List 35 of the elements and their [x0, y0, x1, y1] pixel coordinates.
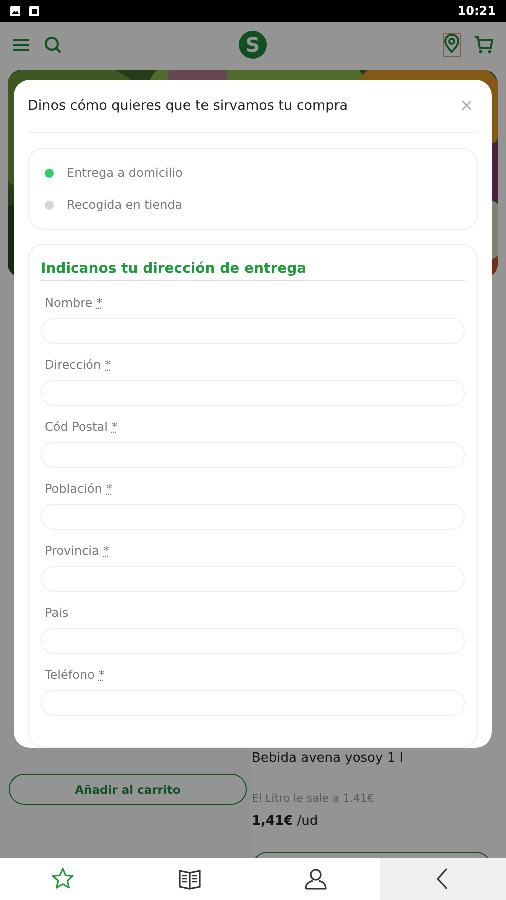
add-to-cart-button[interactable]: Añadir al carrito: [9, 774, 247, 805]
required-mark: *: [98, 668, 105, 682]
radio-button[interactable]: [45, 168, 54, 178]
menu-icon[interactable]: [12, 38, 30, 52]
search-icon[interactable]: [44, 36, 62, 54]
field-label: Provincia: [45, 544, 100, 558]
star-icon[interactable]: [51, 867, 76, 891]
cart-icon[interactable]: [474, 35, 494, 55]
required-mark: *: [96, 296, 103, 310]
option-label[interactable]: Entrega a domicilio: [67, 166, 183, 180]
unit-price: El Litro le sale a 1.41€: [252, 792, 374, 805]
logo[interactable]: S: [239, 31, 267, 59]
required-mark: *: [112, 420, 118, 434]
field-label: Nombre: [45, 296, 93, 310]
image-icon: [10, 6, 21, 16]
required-mark: *: [106, 482, 112, 496]
required-mark: *: [105, 358, 112, 372]
location-icon[interactable]: [444, 34, 460, 56]
radio-button[interactable]: [45, 200, 54, 210]
clock-time: 10:21: [458, 4, 496, 18]
product-name: Bebida avena yosoy 1 l: [252, 751, 404, 766]
user-icon[interactable]: [304, 867, 328, 891]
notification-icon: [29, 6, 40, 16]
option-label[interactable]: Recogida en tienda: [67, 198, 183, 212]
product-price: 1,41€ /ud: [252, 814, 318, 829]
book-icon[interactable]: [178, 867, 202, 891]
field-label: Dirección: [45, 358, 102, 372]
section-title: Indicanos tu dirección de entrega: [41, 245, 465, 281]
field-label: Cód Postal: [45, 420, 108, 434]
field-label: Teléfono: [45, 668, 95, 682]
dialog-title: Dinos cómo quieres que te sirvamos tu compra: [28, 98, 350, 114]
field-label: Población: [45, 482, 102, 496]
field-label: Pais: [45, 606, 69, 620]
close-button[interactable]: ×: [456, 96, 478, 116]
required-mark: *: [103, 544, 110, 558]
